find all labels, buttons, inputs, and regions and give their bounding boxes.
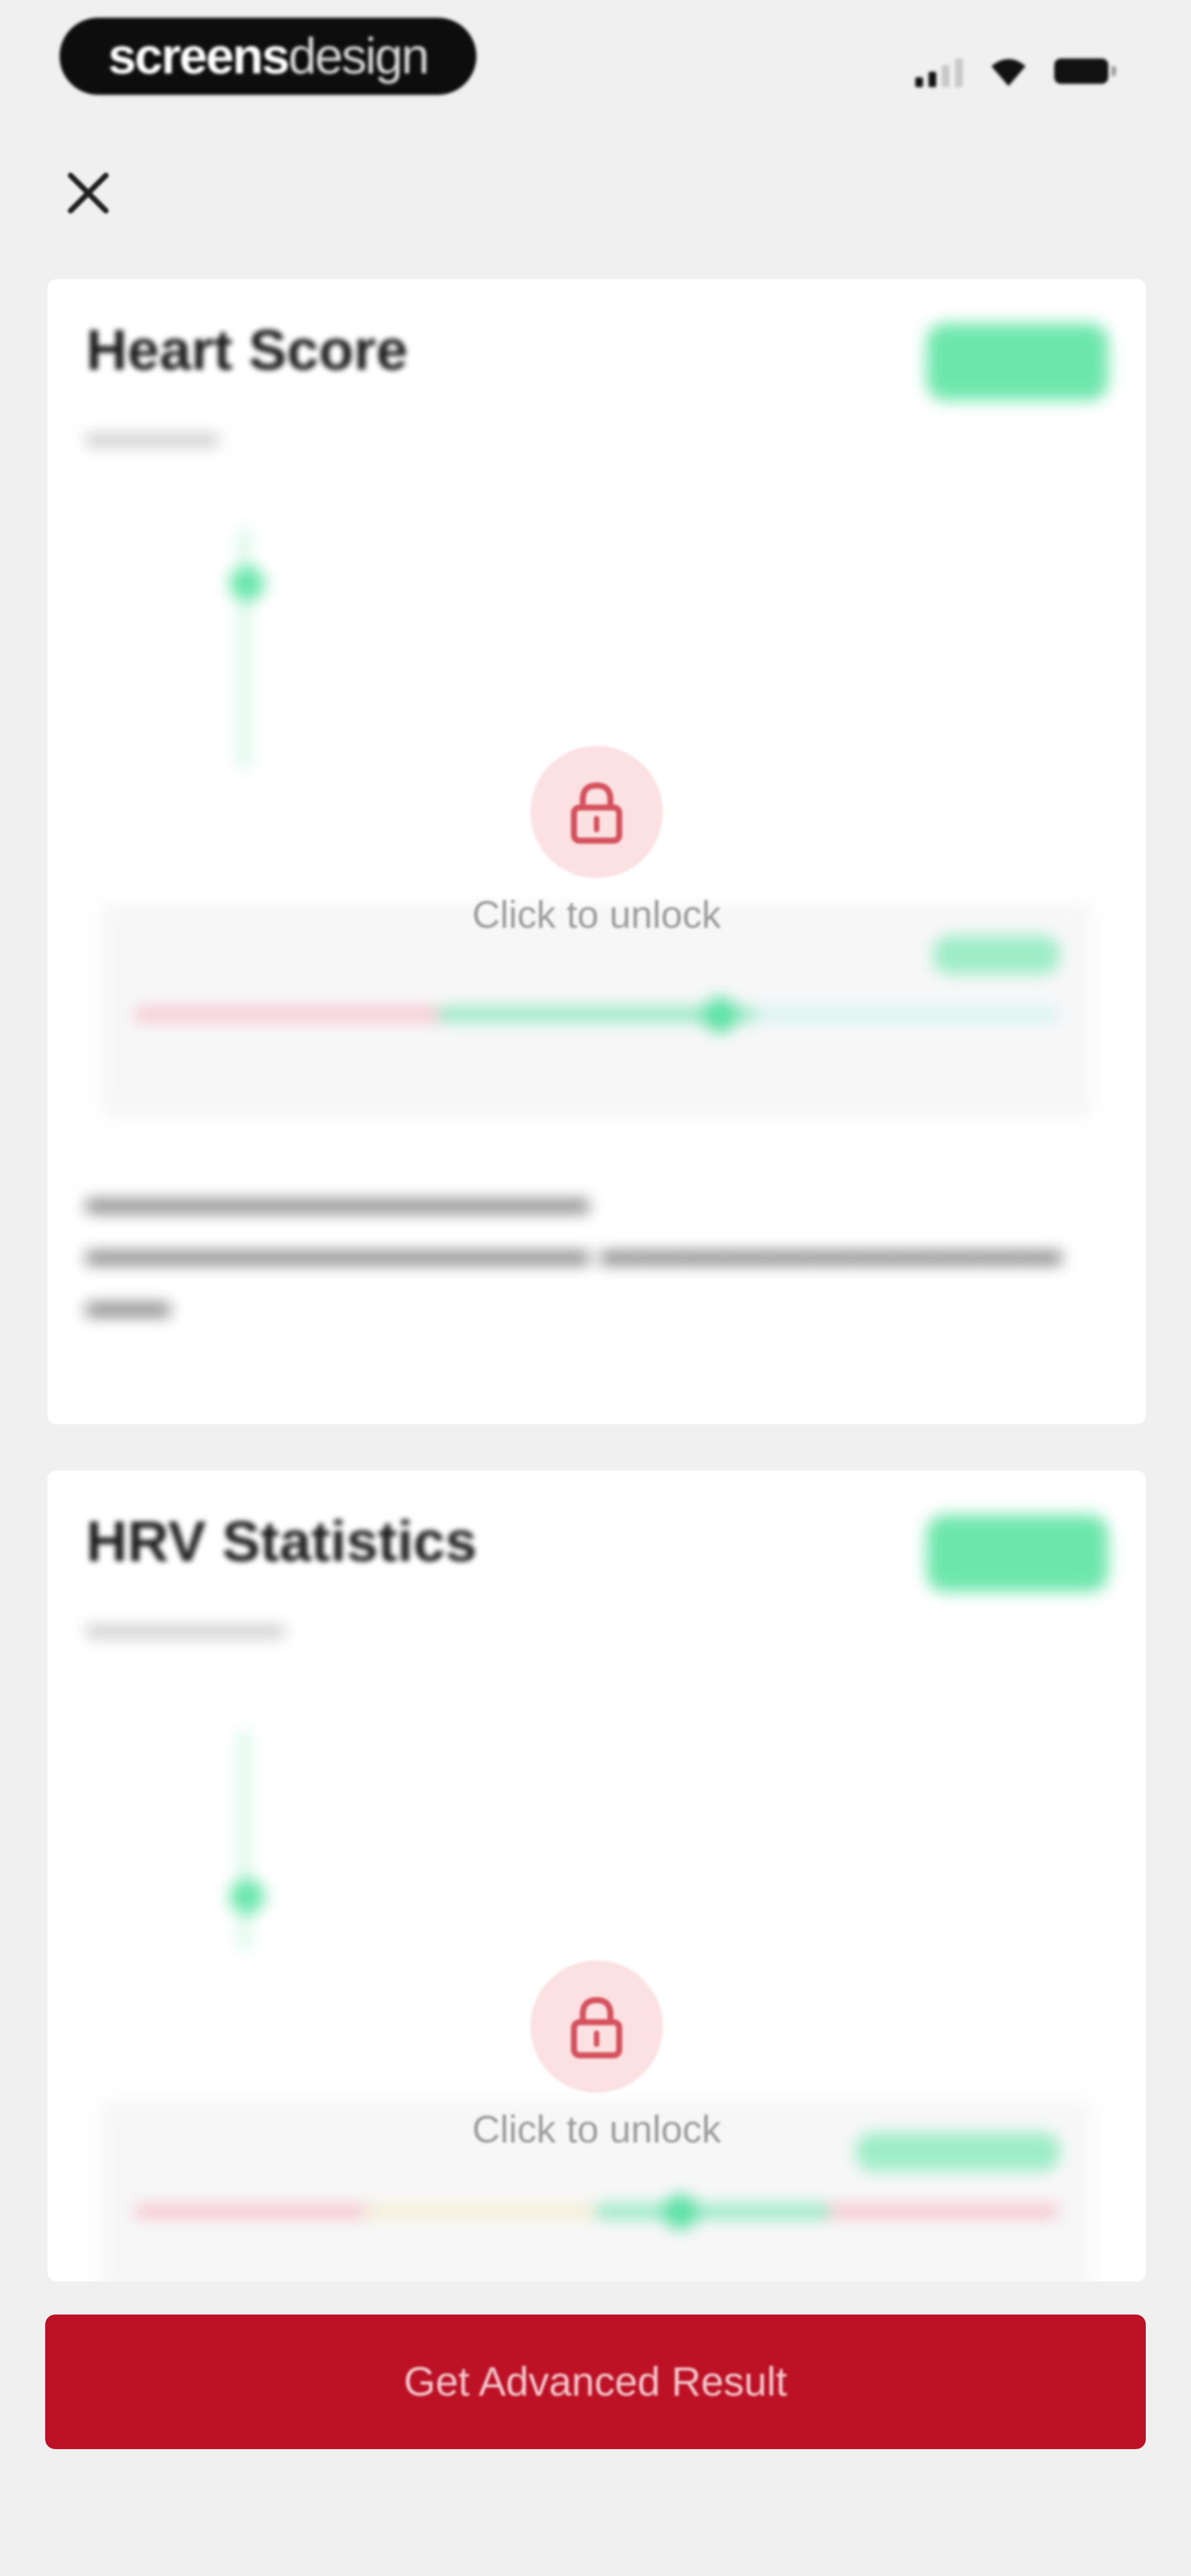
lock-button[interactable]: [530, 746, 663, 878]
status-bar: screensdesign: [0, 0, 1191, 116]
hrv-mini-chart: [130, 1724, 362, 2000]
hrv-statistics-lock-overlay[interactable]: Click to unlock: [47, 1960, 1146, 2151]
hrv-statistics-card[interactable]: HRV Statistics ▬▬▬▬▬▬ Click to unlock: [47, 1471, 1146, 2281]
range-status-pill: [933, 936, 1060, 974]
heart-score-description: ▬▬▬▬▬▬▬▬▬▬▬▬ ▬▬▬▬▬▬▬▬▬▬▬▬ ▬▬▬▬▬▬▬▬▬▬▬ ▬▬: [86, 1175, 1062, 1326]
status-icons: [915, 49, 1116, 87]
chart-point: [229, 566, 265, 601]
battery-icon: [1054, 58, 1116, 84]
get-advanced-result-button[interactable]: Get Advanced Result: [45, 2315, 1146, 2449]
range-bar: [133, 2204, 1060, 2219]
unlock-label[interactable]: Click to unlock: [47, 2107, 1146, 2151]
lock-icon: [571, 782, 623, 844]
heart-score-lock-overlay[interactable]: Click to unlock: [47, 746, 1146, 937]
unlock-label[interactable]: Click to unlock: [47, 892, 1146, 937]
close-icon: [68, 173, 109, 213]
hrv-statistics-subtitle: ▬▬▬▬▬▬: [86, 1607, 285, 1644]
hrv-statistics-badge: [926, 1515, 1108, 1592]
wifi-icon: [991, 59, 1026, 86]
lock-button[interactable]: [530, 1960, 663, 2093]
heart-score-card[interactable]: Heart Score ▬▬▬▬ ▬▬▬▬▬▬▬▬▬▬▬▬ ▬▬▬▬▬▬▬▬▬▬…: [47, 279, 1146, 1424]
heart-results-screen: screensdesign Heart Score ▬▬▬▬ ▬▬▬▬▬▬▬▬▬…: [0, 0, 1191, 2576]
range-knob: [663, 2194, 698, 2230]
brand-watermark: screensdesign: [60, 18, 476, 95]
cellular-signal-icon: [915, 58, 963, 87]
heart-score-subtitle: ▬▬▬▬: [86, 415, 218, 452]
range-bar: [133, 1007, 1060, 1022]
hrv-statistics-title: HRV Statistics: [86, 1510, 478, 1574]
chart-line: [240, 527, 248, 770]
brand-watermark-light: design: [288, 28, 430, 84]
heart-score-badge: [926, 323, 1108, 400]
close-button[interactable]: [55, 160, 121, 226]
range-knob: [702, 997, 738, 1033]
heart-score-title: Heart Score: [86, 318, 408, 382]
brand-watermark-bold: screens: [108, 28, 290, 84]
lock-icon: [571, 1997, 623, 2059]
chart-line: [240, 1730, 248, 1950]
chart-point: [229, 1879, 265, 1914]
cta-label: Get Advanced Result: [404, 2359, 787, 2404]
